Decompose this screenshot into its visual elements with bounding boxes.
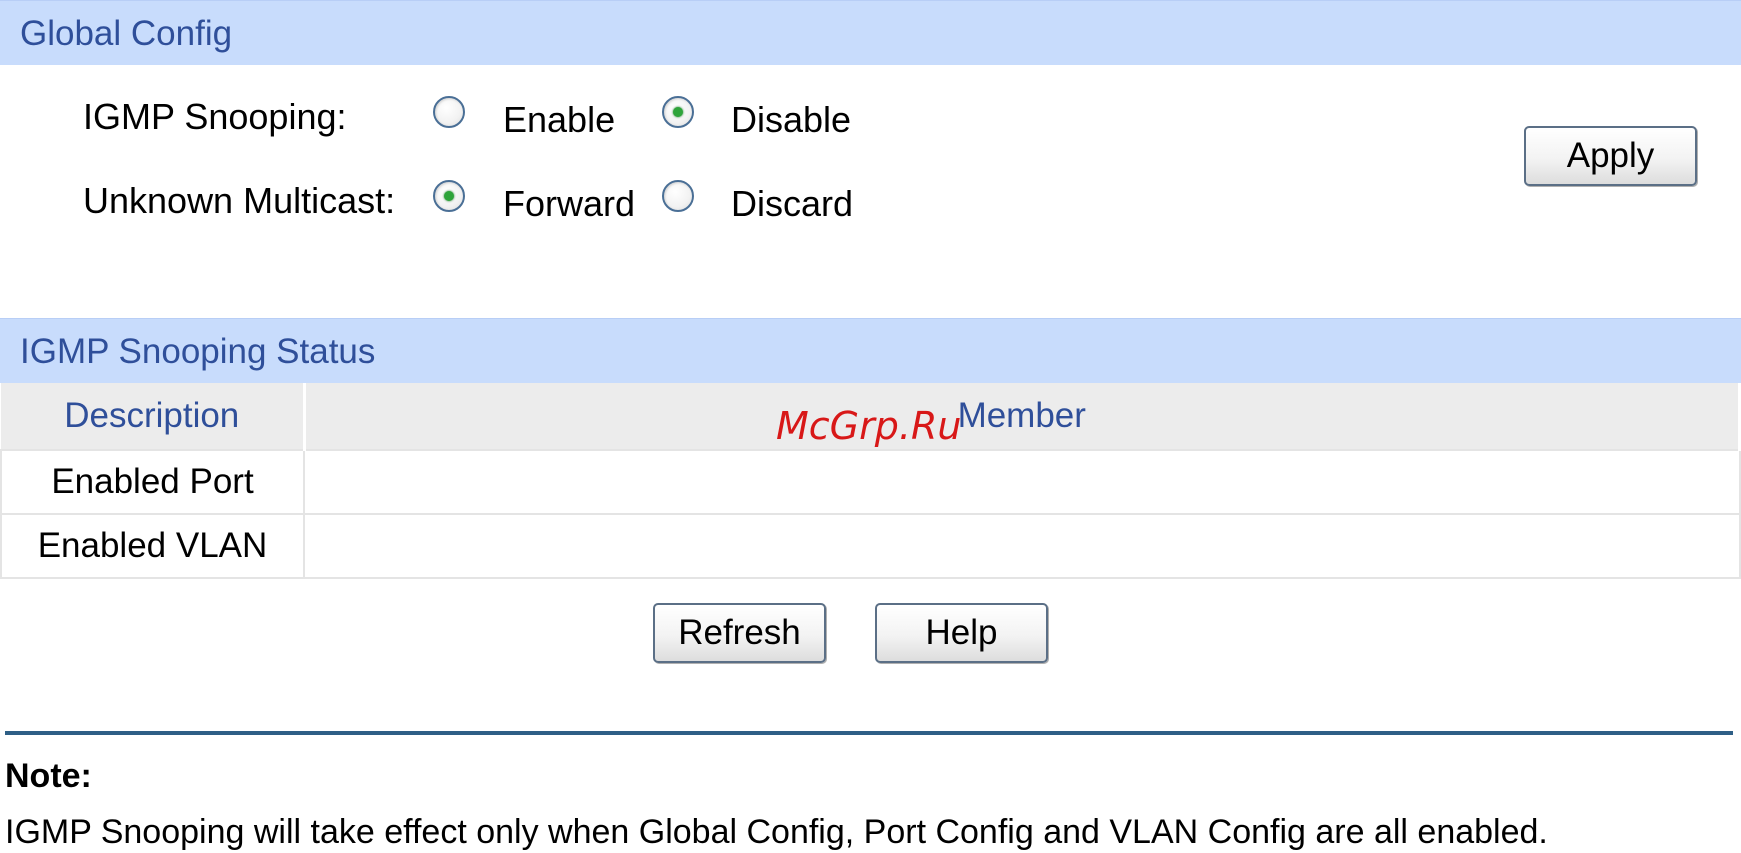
- column-header-member: Member: [304, 383, 1741, 451]
- row-member-enabled-port: [303, 449, 1741, 515]
- unknown-multicast-discard-label[interactable]: Discard: [731, 183, 853, 225]
- row-description-enabled-vlan: Enabled VLAN: [0, 513, 305, 579]
- watermark: McGrp.Ru: [776, 404, 962, 448]
- igmp-snooping-enable-radio[interactable]: [433, 96, 465, 128]
- global-config-header: Global Config: [0, 0, 1741, 65]
- unknown-multicast-forward-radio[interactable]: [433, 180, 465, 212]
- igmp-snooping-label: IGMP Snooping:: [83, 96, 347, 137]
- unknown-multicast-label: Unknown Multicast:: [83, 180, 396, 221]
- apply-button[interactable]: Apply: [1524, 126, 1697, 186]
- note-heading: Note:: [5, 757, 92, 795]
- unknown-multicast-forward-label[interactable]: Forward: [503, 183, 635, 225]
- igmp-snooping-disable-label[interactable]: Disable: [731, 99, 851, 141]
- table-row: Enabled Port: [0, 449, 1741, 515]
- igmp-snooping-status-header: IGMP Snooping Status: [0, 318, 1741, 383]
- igmp-snooping-enable-label[interactable]: Enable: [503, 99, 615, 141]
- row-description-enabled-port: Enabled Port: [0, 449, 305, 515]
- unknown-multicast-discard-radio[interactable]: [662, 180, 694, 212]
- note-text: IGMP Snooping will take effect only when…: [5, 813, 1548, 851]
- row-member-enabled-vlan: [303, 513, 1741, 579]
- igmp-snooping-disable-radio[interactable]: [662, 96, 694, 128]
- refresh-button[interactable]: Refresh: [653, 603, 826, 663]
- table-row: Enabled VLAN: [0, 513, 1741, 579]
- note-divider: [5, 731, 1733, 735]
- global-config-title: Global Config: [20, 14, 233, 53]
- help-button[interactable]: Help: [875, 603, 1048, 663]
- igmp-snooping-status-title: IGMP Snooping Status: [20, 332, 376, 371]
- column-header-description: Description: [1, 383, 306, 451]
